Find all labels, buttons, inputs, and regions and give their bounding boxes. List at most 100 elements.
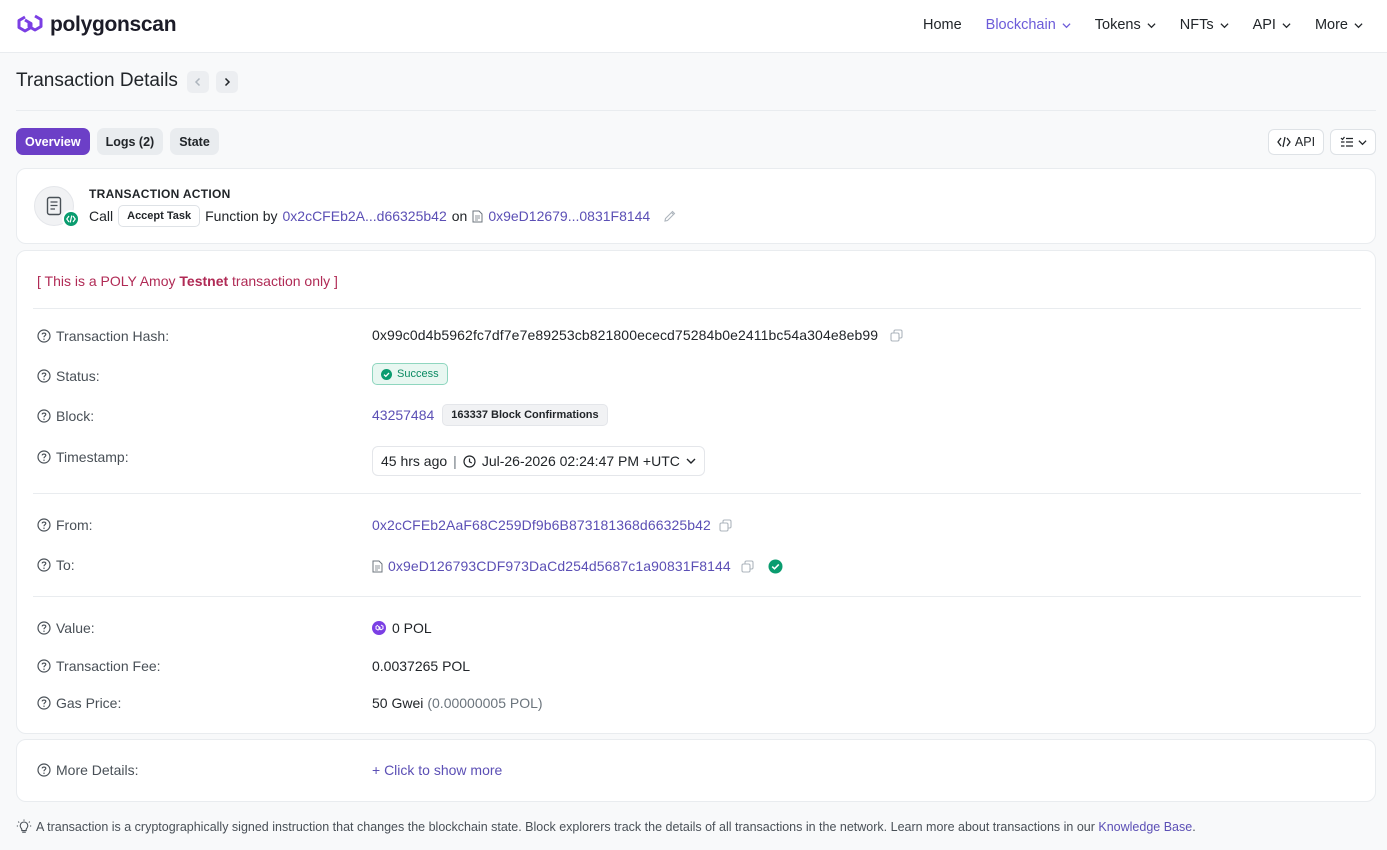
question-circle-icon[interactable]	[37, 763, 51, 777]
value-label-row: Value:	[37, 620, 95, 636]
method-badge: Accept Task	[118, 205, 201, 227]
to-label: To:	[56, 557, 75, 573]
divider	[33, 596, 1361, 597]
to-label-row: To:	[37, 557, 75, 573]
top-header: polygonscan Home Blockchain Tokens NFTs …	[0, 0, 1387, 53]
value-value-row: 0 POL	[372, 620, 432, 636]
nav-more[interactable]: More	[1315, 17, 1363, 33]
clock-icon	[463, 454, 476, 468]
question-circle-icon[interactable]	[37, 450, 51, 464]
view-options-button[interactable]	[1330, 129, 1376, 155]
testnet-notice-suffix: transaction only ]	[228, 273, 338, 289]
question-circle-icon[interactable]	[37, 621, 51, 635]
block-label-row: Block:	[37, 408, 94, 424]
brand-logo[interactable]: polygonscan	[16, 12, 177, 38]
chevron-down-icon	[1062, 22, 1071, 28]
timestamp-label-row: Timestamp:	[37, 449, 129, 465]
list-check-icon	[1340, 136, 1353, 147]
copy-icon[interactable]	[741, 559, 754, 573]
knowledge-base-link[interactable]: Knowledge Base	[1098, 820, 1192, 834]
question-circle-icon[interactable]	[37, 409, 51, 423]
transaction-details-card: [ This is a POLY Amoy Testnet transactio…	[16, 250, 1376, 734]
from-value-row: 0x2cCFEb2AaF68C259Df9b6B873181368d66325b…	[372, 517, 732, 533]
to-value-row: 0x9eD126793CDF973DaCd254d5687c1a90831F81…	[372, 558, 783, 574]
timestamp-ago: 45 hrs ago	[381, 453, 448, 469]
transaction-action-card: TRANSACTION ACTION Call Accept Task Func…	[16, 168, 1376, 244]
nav-home-label: Home	[922, 17, 962, 33]
action-from-address-link[interactable]: 0x2cCFEb2A...d66325b42	[283, 208, 447, 224]
copy-icon[interactable]	[890, 328, 903, 342]
fee-value-row: 0.0037265 POL	[372, 658, 470, 674]
pencil-icon[interactable]	[663, 209, 677, 223]
divider	[33, 493, 1361, 494]
nav-nfts-label: NFTs	[1179, 17, 1214, 33]
testnet-notice-prefix: [ This is a POLY Amoy	[37, 273, 180, 289]
action-on-text: on	[451, 208, 468, 224]
hash-label-row: Transaction Hash:	[37, 328, 169, 344]
gas-label-row: Gas Price:	[37, 695, 121, 711]
pol-token-icon	[372, 621, 386, 635]
action-contract-address-link[interactable]: 0x9eD12679...0831F8144	[488, 208, 650, 224]
block-number-link[interactable]: 43257484	[372, 407, 434, 423]
status-label: Status:	[56, 368, 100, 384]
nav-api-label: API	[1252, 17, 1276, 33]
lightbulb-icon	[16, 819, 32, 833]
divider	[33, 308, 1361, 309]
from-address-link[interactable]: 0x2cCFEb2AaF68C259Df9b6B873181368d66325b…	[372, 517, 711, 533]
fee-label: Transaction Fee:	[56, 658, 161, 674]
prev-transaction-button[interactable]	[187, 71, 209, 93]
contract-file-icon	[472, 210, 483, 222]
nav-blockchain-label: Blockchain	[985, 17, 1056, 33]
footer-note: A transaction is a cryptographically sig…	[16, 819, 1196, 835]
main-nav: Home Blockchain Tokens NFTs API More	[923, 0, 1363, 50]
nav-api[interactable]: API	[1253, 17, 1291, 33]
nav-home[interactable]: Home	[923, 17, 962, 33]
footer-description: A transaction is a cryptographically sig…	[36, 820, 1099, 834]
timestamp-value-row: 45 hrs ago | Jul-26-2026 02:24:47 PM +UT…	[372, 446, 705, 476]
tab-bar: Overview Logs (2) State	[16, 128, 219, 155]
gas-label: Gas Price:	[56, 695, 122, 711]
tab-overview[interactable]: Overview	[16, 128, 90, 155]
chevron-down-icon	[686, 458, 696, 464]
fee-label-row: Transaction Fee:	[37, 658, 161, 674]
hash-value-row: 0x99c0d4b5962fc7df7e7e89253cb821800ececd…	[372, 327, 903, 343]
tab-logs[interactable]: Logs (2)	[96, 128, 164, 155]
nav-blockchain[interactable]: Blockchain	[986, 17, 1071, 33]
block-label: Block:	[56, 408, 95, 424]
from-label: From:	[56, 517, 93, 533]
api-button[interactable]: API	[1268, 129, 1324, 155]
hash-label: Transaction Hash:	[56, 328, 170, 344]
nav-nfts[interactable]: NFTs	[1180, 17, 1229, 33]
next-transaction-button[interactable]	[216, 71, 238, 93]
question-circle-icon[interactable]	[37, 329, 51, 343]
block-value-row: 43257484 163337 Block Confirmations	[372, 404, 608, 426]
nav-tokens-label: Tokens	[1094, 17, 1141, 33]
timestamp-dropdown[interactable]: 45 hrs ago | Jul-26-2026 02:24:47 PM +UT…	[372, 446, 705, 476]
tab-state[interactable]: State	[170, 128, 219, 155]
timestamp-separator: |	[453, 453, 457, 469]
gas-price-pol: (0.00000005 POL)	[427, 695, 543, 711]
footer-period: .	[1192, 820, 1196, 834]
gas-value-row: 50 Gwei (0.00000005 POL)	[372, 695, 543, 711]
timestamp-label: Timestamp:	[56, 449, 129, 465]
testnet-notice-bold: Testnet	[179, 273, 229, 289]
question-circle-icon[interactable]	[37, 369, 51, 383]
question-circle-icon[interactable]	[37, 518, 51, 532]
nav-tokens[interactable]: Tokens	[1095, 17, 1156, 33]
status-text: Success	[397, 368, 439, 380]
copy-icon[interactable]	[719, 518, 732, 532]
chevron-right-icon	[224, 77, 231, 87]
polygon-logo-icon	[17, 14, 43, 33]
code-icon	[1277, 136, 1291, 148]
question-circle-icon[interactable]	[37, 659, 51, 673]
chevron-down-icon	[1282, 22, 1291, 28]
action-title: TRANSACTION ACTION	[89, 187, 231, 201]
status-badge: Success	[372, 363, 448, 385]
action-call-text: Call	[89, 208, 114, 224]
to-address-link[interactable]: 0x9eD126793CDF973DaCd254d5687c1a90831F81…	[388, 558, 731, 574]
show-more-link[interactable]: + Click to show more	[372, 762, 502, 778]
question-circle-icon[interactable]	[37, 696, 51, 710]
gas-price: 50 Gwei	[372, 695, 424, 711]
api-button-label: API	[1294, 135, 1316, 149]
question-circle-icon[interactable]	[37, 558, 51, 572]
